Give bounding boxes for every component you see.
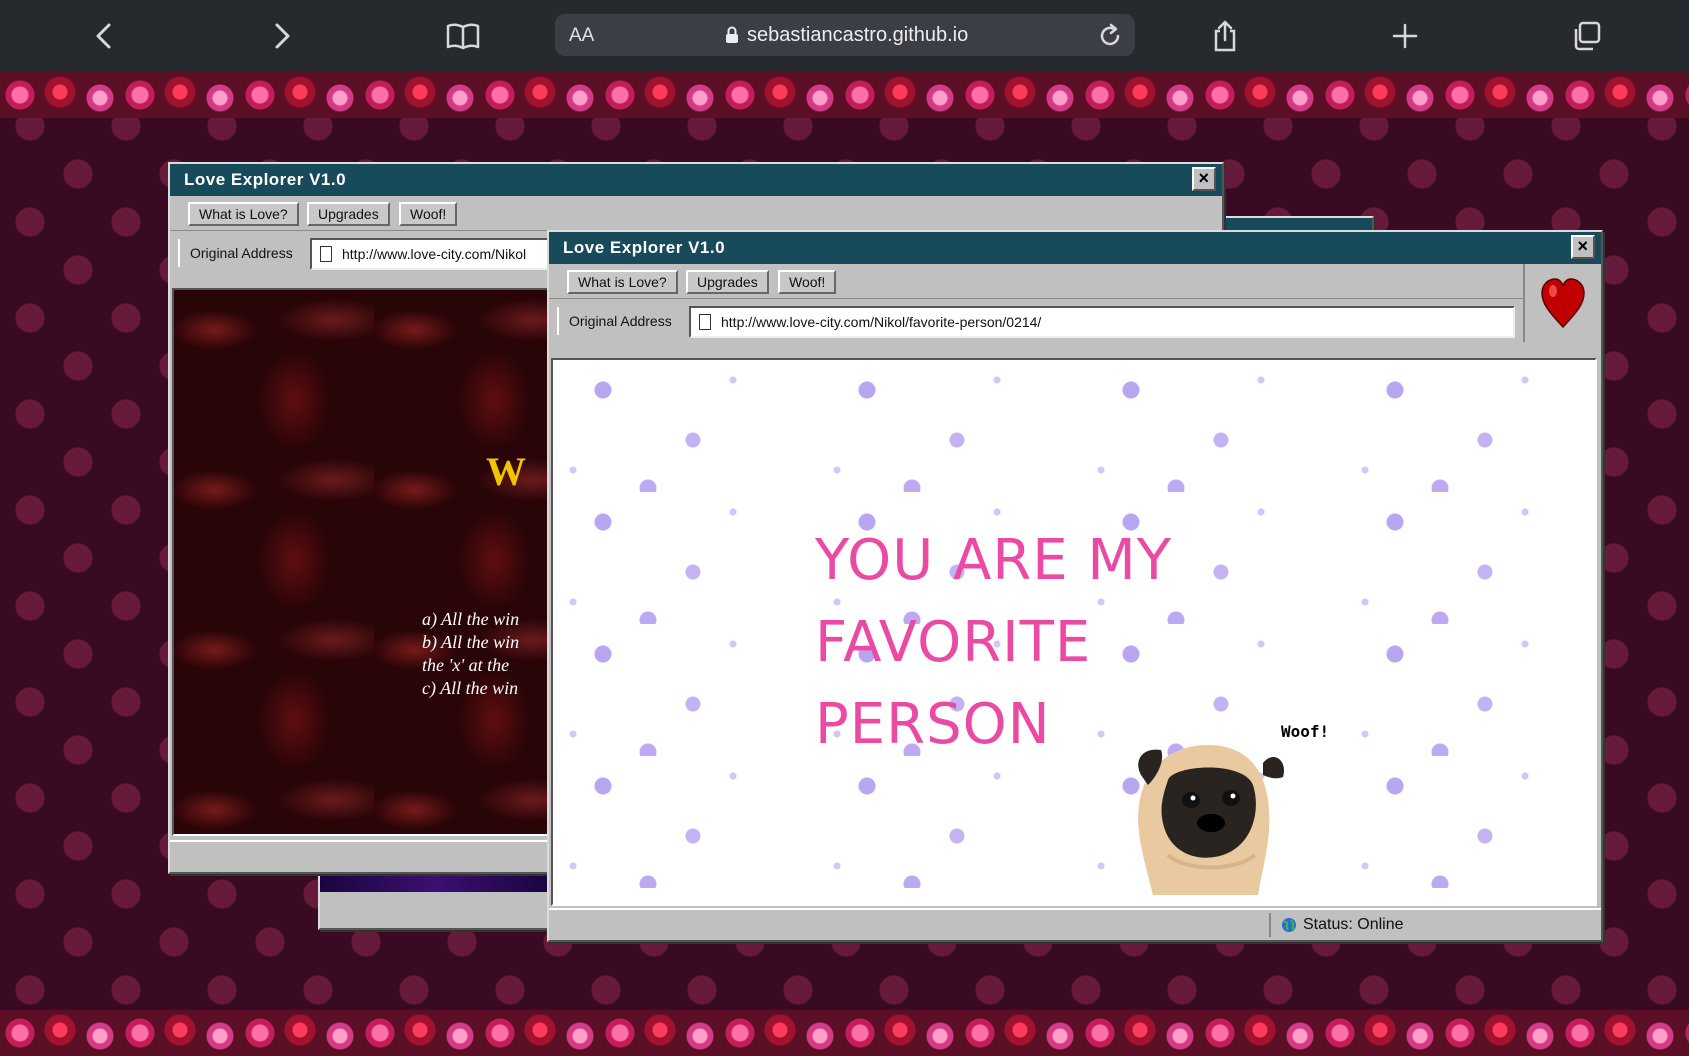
content-heading: W [486,449,526,494]
lock-icon [725,26,739,49]
toolbar: What is Love? Upgrades Woof! [549,264,1523,299]
toolbar: What is Love? Upgrades Woof! [170,196,1222,231]
content-line: a) All the win [422,609,520,629]
heart-icon [1541,278,1585,329]
bookmarks-icon[interactable] [443,16,483,56]
forward-icon[interactable] [262,16,302,56]
new-tab-icon[interactable] [1385,16,1425,56]
heart-logo [1523,264,1601,342]
back-icon[interactable] [84,16,124,56]
url-domain: sebastiancastro.github.io [747,24,969,46]
share-icon[interactable] [1205,16,1245,56]
address-label: Original Address [557,307,682,335]
front-window: Love Explorer V1.0 × What is Love? Upgra… [547,230,1603,942]
document-icon [320,246,332,262]
content-line: b) All the win [422,632,520,652]
what-is-love-button[interactable]: What is Love? [567,270,678,294]
content-line: the 'x' at the [422,655,510,675]
content-line: c) All the win [422,678,519,698]
address-field[interactable]: http://www.love-city.com/Nikol/favorite-… [689,306,1515,338]
address-value: http://www.love-city.com/Nikol [342,246,527,262]
tabs-icon[interactable] [1566,16,1606,56]
upgrades-button[interactable]: Upgrades [686,270,769,294]
rose-border-bottom [0,1010,1689,1056]
front-content: YOU ARE MY FAVORITE PERSON Woof! [551,358,1597,906]
pug-image [1138,745,1284,895]
globe-icon [1282,918,1296,932]
address-label: Original Address [178,239,303,267]
browser-toolbar: AA sebastiancastro.github.io [0,0,1689,72]
text-size-button[interactable]: AA [569,25,594,47]
what-is-love-button[interactable]: What is Love? [188,202,299,226]
address-value: http://www.love-city.com/Nikol/favorite-… [721,314,1042,330]
status-bar: Status: Online [549,908,1601,940]
window-titlebar[interactable]: Love Explorer V1.0 × [170,164,1222,196]
content-lines: a) All the win b) All the win the 'x' at… [422,608,519,700]
window-title: Love Explorer V1.0 [184,170,347,189]
message-line: YOU ARE MY [815,528,1172,593]
woof-button[interactable]: Woof! [778,270,837,294]
rose-border-top [0,72,1689,118]
woof-caption: Woof! [1281,722,1330,741]
address-bar[interactable]: AA sebastiancastro.github.io [555,14,1135,56]
upgrades-button[interactable]: Upgrades [307,202,390,226]
address-row: Original Address http://www.love-city.co… [549,299,1523,341]
document-icon [699,314,711,330]
window-title: Love Explorer V1.0 [563,238,726,257]
window-titlebar[interactable]: Love Explorer V1.0 × [549,232,1601,264]
status-indicator: Status: Online [1269,913,1404,937]
close-icon[interactable]: × [1571,235,1595,259]
close-icon[interactable]: × [1192,167,1216,191]
reload-icon[interactable] [1097,23,1123,54]
message-line: FAVORITE [815,610,1092,675]
status-text: Status: Online [1303,916,1404,933]
woof-button[interactable]: Woof! [399,202,458,226]
